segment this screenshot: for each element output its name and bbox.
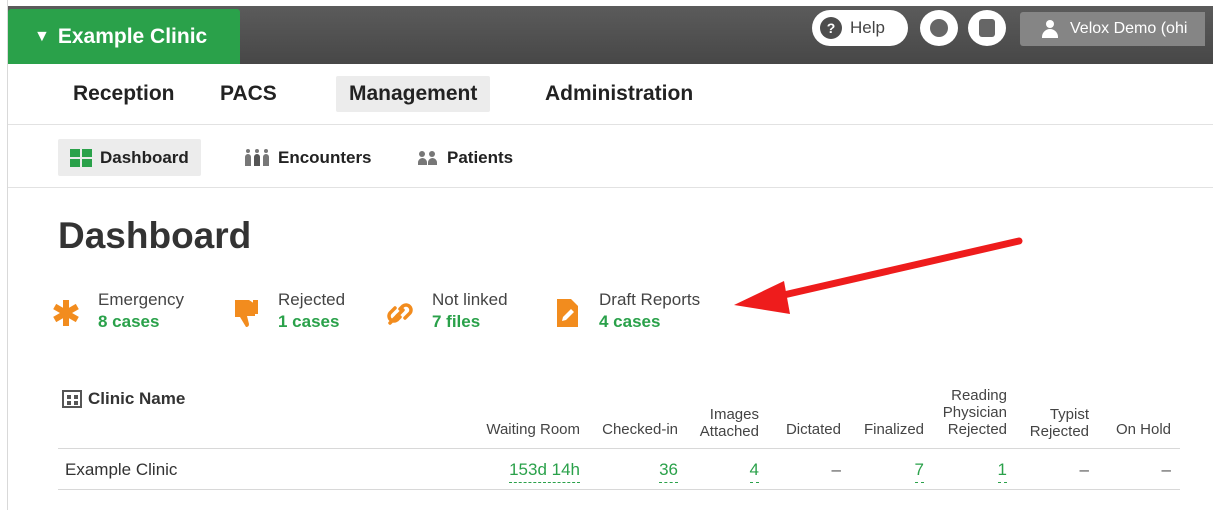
cell-on-hold: – [1161,460,1171,479]
clinic-name-header[interactable]: Clinic Name [62,389,185,409]
col-waiting-room: Waiting Room [486,421,580,438]
nav-pacs[interactable]: PACS [207,76,290,112]
col-finalized-line: Finalized [863,421,924,438]
cell-waiting-room[interactable]: 153d 14h [509,460,580,483]
col-images-attached: Images Attached [700,406,759,440]
stat-draft-reports-label: Draft Reports [599,290,701,309]
nav-reception[interactable]: Reception [60,76,188,112]
cell-reading-physician-rejected[interactable]: 1 [997,460,1007,483]
clinic-name-header-label: Clinic Name [88,389,186,408]
col-waiting-room-line: Waiting Room [486,421,580,438]
nav-administration[interactable]: Administration [532,76,706,112]
stat-rejected[interactable]: Rejected 1 cases [232,289,345,334]
col-finalized: Finalized [864,421,924,438]
col-images-line1: Images [709,406,759,423]
arrow-head [734,281,790,314]
clinic-selector-label: Example Clinic [57,24,208,48]
tab-encounters[interactable]: Encounters [232,139,384,176]
tab-dashboard[interactable]: Dashboard [58,139,201,176]
left-border [0,0,8,510]
building-icon [62,390,82,408]
cell-dictated: – [831,460,841,479]
page-title: Dashboard [58,215,252,256]
group-icon [244,148,270,166]
stat-rejected-label: Rejected [278,290,346,309]
sub-nav: Dashboard Encounters Patients [8,125,1213,188]
tab-patients[interactable]: Patients [405,139,525,176]
stat-emergency-value[interactable]: 8 cases [98,310,184,334]
stat-not-linked[interactable]: Not linked 7 files [386,289,508,334]
user-menu-button[interactable]: Velox Demo (ohi [1020,12,1205,46]
clinic-selector[interactable]: ▼ Example Clinic [8,9,240,64]
link-icon [386,293,414,333]
col-typist-rejected: Typist Rejected [1030,406,1089,440]
stat-not-linked-label: Not linked [432,290,508,309]
col-dictated: Dictated [786,421,841,438]
caret-down-icon: ▼ [34,27,50,45]
dashboard-icon [70,148,92,167]
help-label: Help [850,18,885,37]
help-button[interactable]: ? Help [812,10,908,46]
stat-draft-reports-value[interactable]: 4 cases [599,310,700,334]
edit-document-icon [553,293,581,333]
user-icon [1042,20,1058,38]
asterisk-icon [52,293,80,333]
cell-images-attached[interactable]: 4 [749,460,759,483]
stat-emergency[interactable]: Emergency 8 cases [52,289,184,334]
stat-not-linked-value[interactable]: 7 files [432,310,508,334]
col-on-hold-line: On Hold [1115,421,1171,438]
nav-management[interactable]: Management [336,76,491,112]
col-images-line2: Attached [699,423,759,440]
cell-checked-in[interactable]: 36 [659,460,678,483]
col-reading-line2: Physician [942,404,1007,421]
row-divider-bottom [58,489,1180,490]
col-checked-in: Checked-in [602,421,678,438]
cell-typist-rejected: – [1079,460,1089,479]
stat-rejected-value[interactable]: 1 cases [278,310,345,334]
col-reading-line3: Rejected [947,421,1007,438]
printer-icon [979,19,995,37]
bell-icon [930,19,948,37]
col-dictated-line: Dictated [785,421,841,438]
tab-patients-label: Patients [447,147,514,167]
row-divider [58,448,1180,449]
cell-finalized[interactable]: 7 [914,460,924,483]
thumbs-down-icon [232,293,260,333]
col-typist-line2: Rejected [1029,423,1089,440]
tab-encounters-label: Encounters [278,147,372,167]
question-icon: ? [820,17,842,39]
stat-draft-reports[interactable]: Draft Reports 4 cases [553,289,700,334]
stat-emergency-label: Emergency [98,290,184,309]
arrow-shaft [771,237,1023,301]
col-reading-line1: Reading [951,387,1007,404]
col-checked-in-line: Checked-in [602,421,678,438]
table-row-name: Example Clinic [65,460,178,479]
col-typist-line1: Typist [1049,406,1089,423]
user-label: Velox Demo (ohi [1070,20,1188,37]
col-reading-physician-rejected: Reading Physician Rejected [943,387,1007,438]
tab-dashboard-label: Dashboard [100,147,189,167]
main-nav: Reception PACS Management Administration [8,64,1213,125]
col-on-hold: On Hold [1116,421,1171,438]
users-icon [417,150,439,165]
notifications-button[interactable] [920,10,958,46]
print-queue-button[interactable] [968,10,1006,46]
